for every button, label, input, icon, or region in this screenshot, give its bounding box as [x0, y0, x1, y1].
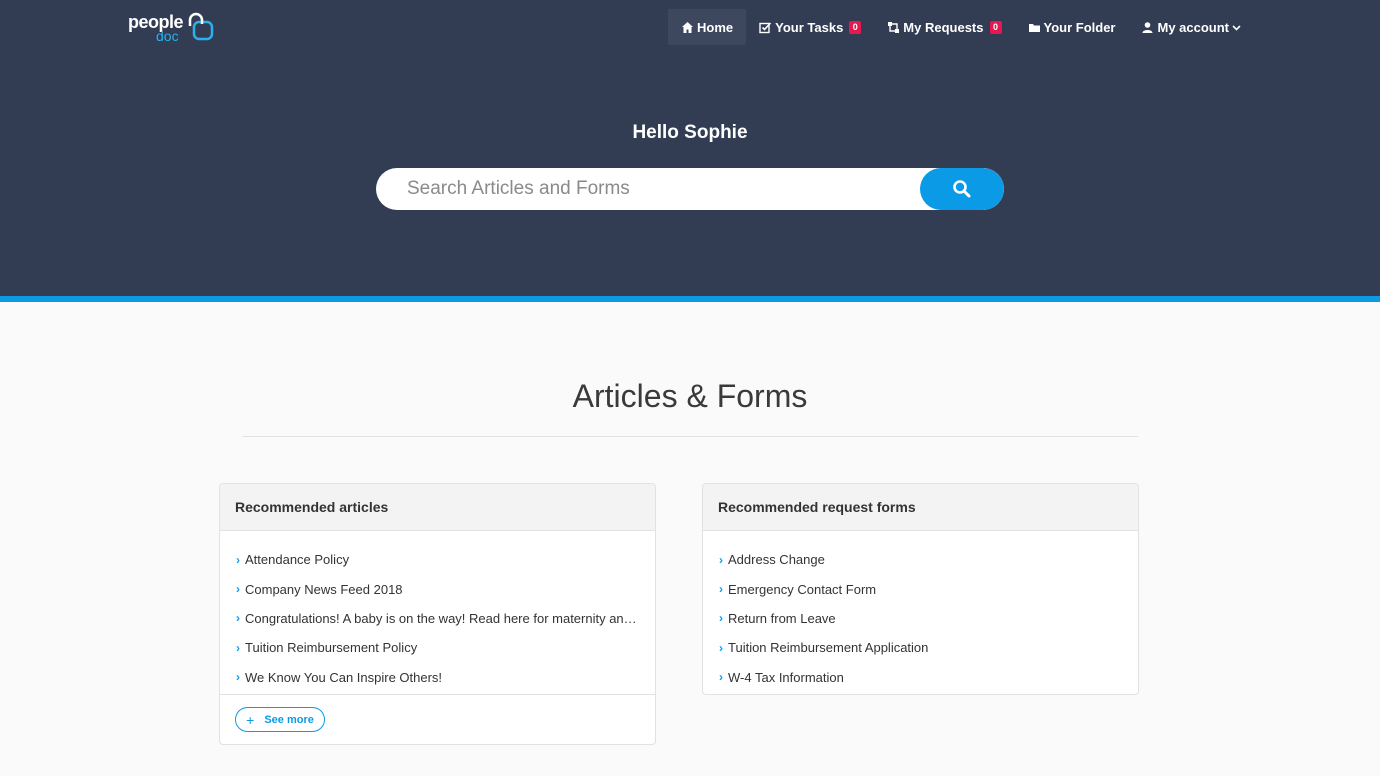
chevron-down-icon — [1232, 24, 1241, 31]
nav-your-tasks[interactable]: Your Tasks 0 — [746, 9, 874, 45]
list-item[interactable]: › We Know You Can Inspire Others! — [220, 663, 655, 692]
greeting-text: Hello Sophie — [632, 122, 748, 143]
search-bar — [376, 168, 1004, 210]
list-item[interactable]: › Emergency Contact Form — [703, 574, 1138, 603]
list-item[interactable]: › Tuition Reimbursement Application — [703, 633, 1138, 662]
chevron-right-icon: › — [236, 552, 240, 567]
list-item[interactable]: › Tuition Reimbursement Policy — [220, 633, 655, 662]
section-title: Articles & Forms — [572, 378, 808, 414]
home-icon — [681, 21, 694, 34]
nav-my-requests[interactable]: My Requests 0 — [874, 9, 1014, 45]
user-icon — [1141, 21, 1154, 34]
list-item[interactable]: › Address Change — [703, 545, 1138, 574]
forms-list: › Address Change › Emergency Contact Form … — [703, 531, 1138, 692]
nav-my-account[interactable]: My account — [1128, 9, 1254, 45]
list-item[interactable]: › Company News Feed 2018 — [220, 574, 655, 603]
brand-logo[interactable]: people doc — [128, 10, 218, 46]
nav-home[interactable]: Home — [668, 9, 747, 45]
chevron-right-icon: › — [719, 640, 723, 655]
requests-count-badge: 0 — [989, 20, 1002, 34]
brand-sub: doc — [156, 28, 179, 44]
nav-account-label: My account — [1157, 19, 1229, 35]
accent-bar — [0, 296, 1380, 302]
see-more-label: See more — [264, 713, 314, 726]
list-item[interactable]: › Congratulations! A baby is on the way! … — [220, 604, 655, 633]
section-divider — [242, 436, 1138, 437]
chevron-right-icon: › — [236, 670, 240, 685]
main-nav: Home Your Tasks 0 My Requests 0 Your Fol… — [668, 9, 1254, 45]
nav-folder-label: Your Folder — [1043, 19, 1116, 35]
plus-icon: + — [246, 711, 255, 728]
recommended-articles-card: Recommended articles › Attendance Policy … — [219, 483, 656, 745]
tasks-icon — [759, 21, 772, 34]
card-heading: Recommended articles — [220, 484, 655, 531]
chevron-right-icon: › — [719, 611, 723, 626]
chevron-right-icon: › — [236, 582, 240, 597]
logo-lock-icon — [188, 12, 214, 41]
requests-icon — [887, 21, 900, 34]
header-hero: people doc Home Your Tasks 0 My Requests — [0, 0, 1380, 296]
card-footer: + See more — [220, 694, 655, 744]
list-item[interactable]: › Return from Leave — [703, 604, 1138, 633]
search-input[interactable] — [376, 168, 920, 210]
search-button[interactable] — [920, 168, 1004, 210]
chevron-right-icon: › — [719, 670, 723, 685]
chevron-right-icon: › — [236, 640, 240, 655]
nav-tasks-label: Your Tasks — [775, 19, 844, 35]
card-heading: Recommended request forms — [703, 484, 1138, 531]
tasks-count-badge: 0 — [849, 20, 862, 34]
nav-your-folder[interactable]: Your Folder — [1015, 9, 1129, 45]
list-item[interactable]: › Attendance Policy — [220, 545, 655, 574]
nav-requests-label: My Requests — [903, 19, 984, 35]
list-item[interactable]: › W-4 Tax Information — [703, 663, 1138, 692]
chevron-right-icon: › — [719, 552, 723, 567]
search-icon — [953, 180, 971, 198]
see-more-button[interactable]: + See more — [235, 707, 325, 732]
recommended-forms-card: Recommended request forms › Address Chang… — [702, 483, 1139, 695]
articles-list: › Attendance Policy › Company News Feed 20… — [220, 531, 655, 692]
folder-icon — [1028, 21, 1041, 34]
chevron-right-icon: › — [236, 611, 240, 626]
chevron-right-icon: › — [719, 582, 723, 597]
nav-home-label: Home — [697, 19, 734, 35]
